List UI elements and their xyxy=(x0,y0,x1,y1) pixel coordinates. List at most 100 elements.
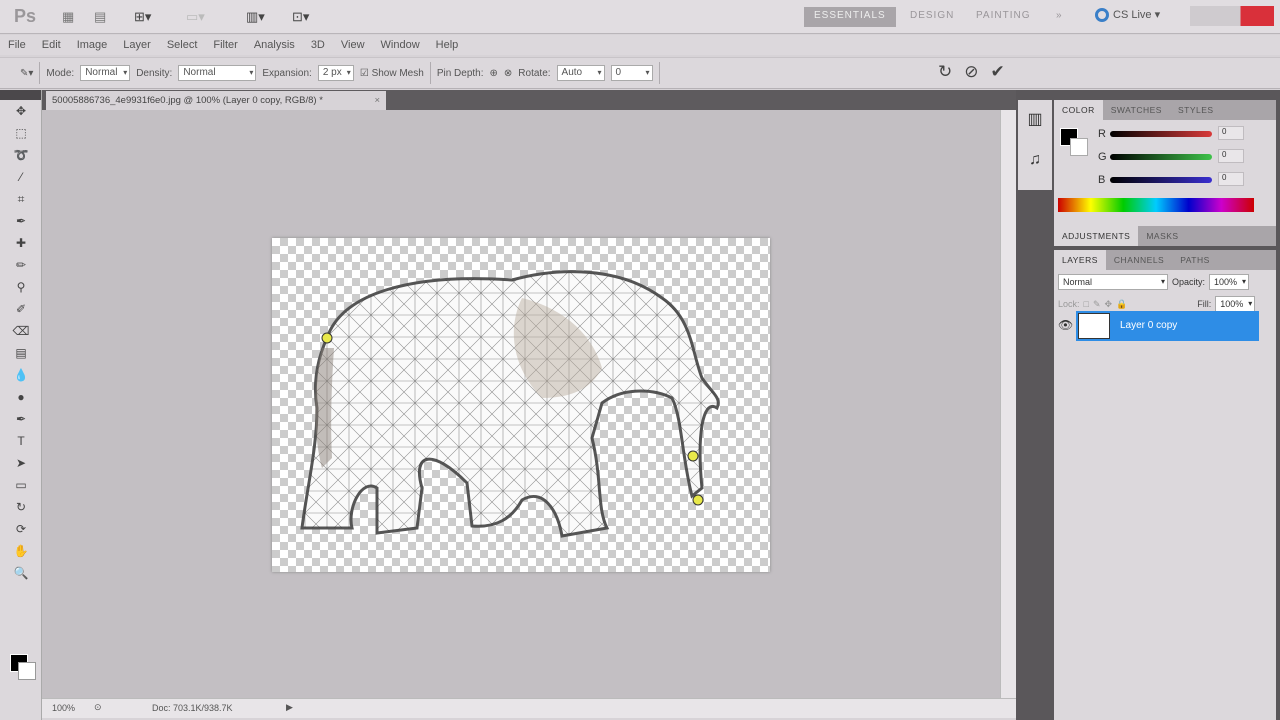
tab-color[interactable]: COLOR xyxy=(1054,100,1103,120)
workspace-painting[interactable]: PAINTING xyxy=(966,7,1040,27)
green-value[interactable]: 0 xyxy=(1218,149,1244,163)
arrange-documents-icon[interactable]: ▥▾ xyxy=(246,9,265,25)
3d-orbit-tool-icon[interactable]: ⟳ xyxy=(9,519,33,540)
tab-adjustments[interactable]: ADJUSTMENTS xyxy=(1054,226,1139,246)
eraser-tool-icon[interactable]: ⌫ xyxy=(9,321,33,342)
menu-3d[interactable]: 3D xyxy=(311,39,325,51)
path-selection-tool-icon[interactable]: ➤ xyxy=(9,453,33,474)
angle-input[interactable]: 0 xyxy=(610,65,653,81)
menu-image[interactable]: Image xyxy=(77,39,108,51)
history-icon[interactable]: ♫ xyxy=(1018,140,1052,180)
more-workspaces[interactable]: » xyxy=(1046,7,1073,27)
blend-mode-select[interactable]: Normal xyxy=(1058,274,1168,290)
lock-pixels-icon[interactable]: ✎ xyxy=(1093,299,1101,310)
menu-analysis[interactable]: Analysis xyxy=(254,39,295,51)
menu-layer[interactable]: Layer xyxy=(123,39,151,51)
pen-tool-icon[interactable]: ✒ xyxy=(9,409,33,430)
mini-bridge-icon[interactable]: ▤ xyxy=(94,9,106,25)
show-mesh-checkbox[interactable]: ☑ Show Mesh xyxy=(360,68,424,79)
opacity-input[interactable]: 100% xyxy=(1209,274,1250,290)
quick-selection-tool-icon[interactable]: ⁄ xyxy=(9,167,33,188)
puppet-pin[interactable] xyxy=(321,332,333,344)
red-value[interactable]: 0 xyxy=(1218,126,1244,140)
commit-checkmark-icon[interactable]: ✔ xyxy=(991,62,1005,82)
workspace-design[interactable]: DESIGN xyxy=(900,7,964,27)
dodge-tool-icon[interactable]: ● xyxy=(9,387,33,408)
zoom-tool-icon[interactable]: 🔍 xyxy=(9,563,33,584)
menu-filter[interactable]: Filter xyxy=(213,39,237,51)
shape-tool-icon[interactable]: ▭ xyxy=(9,475,33,496)
menu-window[interactable]: Window xyxy=(381,39,420,51)
document-canvas[interactable] xyxy=(272,238,770,572)
mode-select[interactable]: Normal xyxy=(80,65,131,81)
bridge-icon[interactable]: ▦ xyxy=(62,9,74,25)
workspace-essentials[interactable]: ESSENTIALS xyxy=(804,7,896,27)
pin-depth-back-icon[interactable]: ⊗ xyxy=(504,68,512,79)
density-select[interactable]: Normal xyxy=(178,65,257,81)
layer-row[interactable]: Layer 0 copy xyxy=(1076,311,1259,341)
move-tool-icon[interactable]: ✥ xyxy=(9,101,33,122)
menu-edit[interactable]: Edit xyxy=(42,39,61,51)
tools-panel-header[interactable] xyxy=(0,90,41,100)
3d-rotate-tool-icon[interactable]: ↻ xyxy=(9,497,33,518)
pin-depth-front-icon[interactable]: ⊕ xyxy=(490,68,498,79)
expansion-label: Expansion: xyxy=(262,67,312,79)
lock-transparency-icon[interactable]: □ xyxy=(1084,299,1089,309)
expansion-input[interactable]: 2 px xyxy=(317,65,354,81)
color-panel-tabs: COLOR SWATCHES STYLES xyxy=(1054,100,1276,120)
fill-input[interactable]: 100% xyxy=(1215,296,1256,312)
type-tool-icon[interactable]: T xyxy=(9,431,33,452)
history-brush-tool-icon[interactable]: ✐ xyxy=(9,299,33,320)
background-color-swatch[interactable] xyxy=(18,662,36,680)
histogram-icon[interactable]: ▥ xyxy=(1018,100,1052,140)
tab-styles[interactable]: STYLES xyxy=(1170,100,1222,120)
menu-view[interactable]: View xyxy=(341,39,365,51)
vertical-scrollbar[interactable] xyxy=(1000,110,1016,698)
tab-channels[interactable]: CHANNELS xyxy=(1106,250,1172,270)
eyedropper-tool-icon[interactable]: ✒ xyxy=(9,211,33,232)
gradient-tool-icon[interactable]: ▤ xyxy=(9,343,33,364)
zoom-level[interactable]: 100% xyxy=(52,703,75,713)
marquee-tool-icon[interactable]: ⬚ xyxy=(9,123,33,144)
lasso-tool-icon[interactable]: ➰ xyxy=(9,145,33,166)
puppet-pin[interactable] xyxy=(687,450,699,462)
layer-visibility-eye-icon[interactable]: 👁 xyxy=(1058,318,1073,332)
tab-paths[interactable]: PATHS xyxy=(1172,250,1218,270)
red-slider[interactable] xyxy=(1110,131,1212,137)
status-menu-arrow-icon[interactable]: ▶ xyxy=(286,702,293,713)
application-bar: Ps ▦ ▤ ⊞▾ ▭▾ ▥▾ ⊡▾ ESSENTIALS DESIGN PAI… xyxy=(0,0,1280,34)
color-panel: R 0 G 0 B 0 xyxy=(1054,120,1276,220)
screen-mode-icon[interactable]: ⊡▾ xyxy=(292,9,309,25)
tab-swatches[interactable]: SWATCHES xyxy=(1103,100,1170,120)
window-controls[interactable] xyxy=(1190,6,1274,26)
puppet-pin[interactable] xyxy=(692,494,704,506)
clone-stamp-tool-icon[interactable]: ⚲ xyxy=(9,277,33,298)
tab-layers[interactable]: LAYERS xyxy=(1054,250,1106,270)
extras-icon[interactable]: ⊞▾ xyxy=(134,9,151,25)
menu-file[interactable]: File xyxy=(8,39,26,51)
rotate-select[interactable]: Auto xyxy=(556,65,605,81)
menu-help[interactable]: Help xyxy=(436,39,459,51)
brush-tool-icon[interactable]: ✏ xyxy=(9,255,33,276)
crop-tool-icon[interactable]: ⌗ xyxy=(9,189,33,210)
zoom-level-icon[interactable]: ▭▾ xyxy=(186,9,205,25)
cancel-icon[interactable]: ⊘ xyxy=(964,62,978,82)
color-spectrum-ramp[interactable] xyxy=(1058,198,1254,212)
menu-select[interactable]: Select xyxy=(167,39,198,51)
healing-brush-tool-icon[interactable]: ✚ xyxy=(9,233,33,254)
blue-value[interactable]: 0 xyxy=(1218,172,1244,186)
hand-tool-icon[interactable]: ✋ xyxy=(9,541,33,562)
status-options-icon[interactable]: ⊙ xyxy=(94,702,102,713)
tab-masks[interactable]: MASKS xyxy=(1138,226,1186,246)
lock-position-icon[interactable]: ✥ xyxy=(1105,299,1113,310)
puppet-warp-tool-icon[interactable]: ✎▾ xyxy=(20,68,33,79)
green-slider[interactable] xyxy=(1110,154,1212,160)
blue-slider[interactable] xyxy=(1110,177,1212,183)
blur-tool-icon[interactable]: 💧 xyxy=(9,365,33,386)
lock-all-icon[interactable]: 🔒 xyxy=(1116,299,1127,310)
cs-live-button[interactable]: CS Live ▾ xyxy=(1095,8,1160,23)
document-tab[interactable]: 50005886736_4e9931f6e0.jpg @ 100% (Layer… xyxy=(46,91,386,110)
background-color-chip[interactable] xyxy=(1070,138,1088,156)
close-document-icon[interactable]: × xyxy=(374,91,380,110)
remove-all-pins-icon[interactable]: ↻ xyxy=(938,62,952,82)
